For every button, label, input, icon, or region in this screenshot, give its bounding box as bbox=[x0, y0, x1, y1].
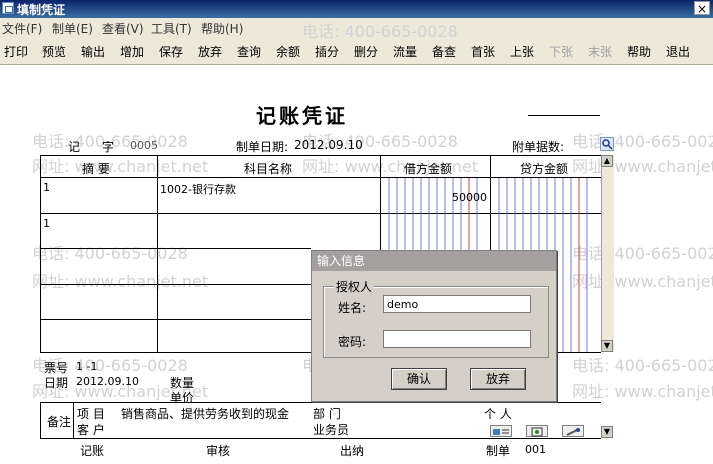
save-button[interactable]: 保存 bbox=[159, 43, 183, 60]
delete-entry-button[interactable]: 删分 bbox=[354, 43, 378, 60]
grid-line bbox=[40, 248, 311, 249]
balance-button[interactable]: 余额 bbox=[276, 43, 300, 60]
grid-line bbox=[40, 155, 601, 156]
authorizer-group-label: 授权人 bbox=[334, 278, 375, 295]
title-rule bbox=[528, 115, 600, 116]
entry-summary-cell[interactable]: 1 bbox=[43, 181, 50, 194]
grid-line bbox=[40, 319, 311, 320]
dialog-title: 输入信息 bbox=[312, 251, 556, 271]
voucher-date[interactable]: 2012.09.10 bbox=[294, 138, 363, 152]
password-input[interactable] bbox=[383, 330, 531, 348]
department-label: 部 门 bbox=[313, 407, 341, 421]
menu-file[interactable]: 文件(F) bbox=[2, 20, 42, 37]
grid-line bbox=[40, 438, 601, 439]
insert-entry-button[interactable]: 插分 bbox=[315, 43, 339, 60]
column-header-account: 科目名称 bbox=[244, 162, 293, 176]
grid-line bbox=[40, 155, 41, 352]
name-input[interactable] bbox=[383, 295, 531, 313]
person-label: 个 人 bbox=[484, 407, 512, 421]
salesman-label: 业务员 bbox=[313, 423, 350, 437]
reviewer-label: 审核 bbox=[206, 444, 231, 458]
preparer-value: 001 bbox=[525, 443, 546, 456]
remarks-dropdown-icon[interactable]: ▼ bbox=[601, 426, 613, 438]
voucher-date-label: 制单日期: bbox=[236, 140, 289, 154]
preview-button[interactable]: 预览 bbox=[42, 43, 66, 60]
menu-help[interactable]: 帮助(H) bbox=[201, 20, 243, 37]
discard-button[interactable]: 放弃 bbox=[198, 43, 222, 60]
auth-dialog: 输入信息 授权人 姓名: 密码: 确认 放弃 bbox=[311, 250, 557, 402]
grid-line bbox=[157, 155, 158, 352]
window-title: 填制凭证 bbox=[17, 3, 66, 17]
window-titlebar: 填制凭证 × bbox=[0, 0, 713, 18]
entry-debit-cell[interactable]: 50000 bbox=[452, 191, 487, 204]
unit-price-label: 单价 bbox=[170, 391, 195, 405]
voucher-scrollbar[interactable] bbox=[601, 155, 614, 352]
ticket-value[interactable]: 1 -1 bbox=[76, 360, 97, 373]
close-button[interactable]: × bbox=[694, 1, 710, 16]
image-icon[interactable] bbox=[526, 425, 548, 437]
card-icon[interactable] bbox=[490, 425, 512, 437]
cancel-button[interactable]: 放弃 bbox=[470, 368, 526, 390]
help-button[interactable]: 帮助 bbox=[627, 43, 651, 60]
voucher-title: 记账凭证 bbox=[256, 104, 348, 128]
cashflow-button[interactable]: 流量 bbox=[393, 43, 417, 60]
last-voucher-button[interactable]: 末张 bbox=[588, 43, 612, 60]
app-icon bbox=[2, 2, 14, 14]
ok-button[interactable]: 确认 bbox=[391, 368, 447, 390]
grid-line bbox=[40, 402, 601, 403]
reference-button[interactable]: 备查 bbox=[432, 43, 456, 60]
cashier-label: 出纳 bbox=[340, 444, 365, 458]
print-button[interactable]: 打印 bbox=[4, 43, 28, 60]
next-voucher-button[interactable]: 下张 bbox=[549, 43, 573, 60]
name-label: 姓名: bbox=[338, 301, 367, 315]
preparer-label: 制单 bbox=[486, 444, 511, 458]
grid-line bbox=[73, 402, 74, 438]
voucher-type[interactable]: 记 bbox=[68, 138, 80, 155]
grid-line bbox=[40, 284, 311, 285]
remarks-label: 备注 bbox=[47, 415, 72, 429]
grid-line bbox=[40, 402, 41, 438]
add-button[interactable]: 增加 bbox=[120, 43, 144, 60]
attachment-label: 附单据数: bbox=[512, 140, 565, 154]
date2-label: 日期 bbox=[44, 376, 69, 390]
watermark-site: 网址: www.chanjet.net bbox=[32, 272, 209, 291]
prev-voucher-button[interactable]: 上张 bbox=[510, 43, 534, 60]
query-button[interactable]: 查询 bbox=[237, 43, 261, 60]
entry-account-cell[interactable]: 1002-银行存款 bbox=[160, 181, 236, 197]
menu-edit[interactable]: 制单(E) bbox=[52, 20, 93, 37]
voucher-zi-label: 字 bbox=[102, 140, 115, 154]
export-button[interactable]: 输出 bbox=[81, 43, 105, 60]
attachment-search-icon[interactable] bbox=[600, 137, 614, 151]
watermark-site: 网址: www.chanjet.net bbox=[32, 157, 209, 176]
column-header-debit: 借方金额 bbox=[404, 162, 453, 176]
password-label: 密码: bbox=[338, 335, 367, 349]
first-voucher-button[interactable]: 首张 bbox=[471, 43, 495, 60]
watermark-site: 网址: www.chanjet.net bbox=[572, 157, 713, 176]
voucher-number: 0005 bbox=[130, 139, 158, 152]
watermark-phone: 电话: 400-665-0028 bbox=[572, 132, 713, 151]
watermark-site: 网址: www.chanjet.net bbox=[572, 382, 713, 401]
customer-label: 客 户 bbox=[77, 423, 105, 437]
menu-view[interactable]: 查看(V) bbox=[102, 20, 144, 37]
tool-icon[interactable] bbox=[562, 425, 584, 437]
date2-value[interactable]: 2012.09.10 bbox=[76, 375, 139, 388]
watermark-phone: 电话: 400-665-0028 bbox=[32, 244, 188, 263]
project-label: 项 目 bbox=[77, 407, 105, 421]
menu-bar: 文件(F) 制单(E) 查看(V) 工具(T) 帮助(H) bbox=[0, 18, 713, 36]
column-header-credit: 贷方金额 bbox=[520, 162, 569, 176]
column-header-summary: 摘 要 bbox=[82, 162, 110, 176]
watermark-phone: 电话: 400-665-0028 bbox=[572, 356, 713, 375]
entry-summary-cell[interactable]: 1 bbox=[43, 217, 50, 230]
scroll-up-icon[interactable]: ▲ bbox=[601, 155, 613, 167]
project-value[interactable]: 销售商品、提供劳务收到的现金 bbox=[121, 405, 289, 422]
scroll-down-icon[interactable]: ▼ bbox=[601, 340, 613, 352]
toolbar: 打印 预览 输出 增加 保存 放弃 查询 余额 插分 删分 流量 备查 首张 上… bbox=[0, 36, 713, 65]
bookkeeper-label: 记账 bbox=[80, 444, 105, 458]
menu-tools[interactable]: 工具(T) bbox=[151, 20, 192, 37]
exit-button[interactable]: 退出 bbox=[666, 43, 690, 60]
